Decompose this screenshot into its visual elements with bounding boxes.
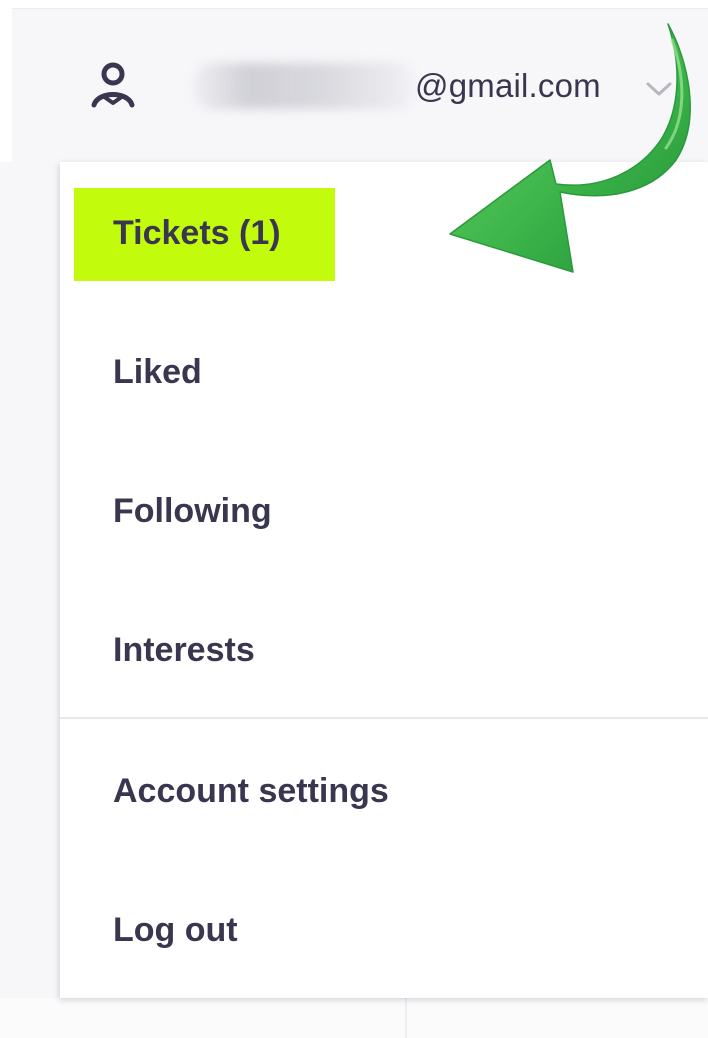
- menu-item-account-settings[interactable]: Account settings: [113, 772, 389, 811]
- menu-item-following[interactable]: Following: [113, 492, 272, 531]
- page: @gmail.com Tickets (1) Liked Following I…: [0, 0, 708, 1038]
- menu-item-liked[interactable]: Liked: [113, 353, 202, 392]
- page-background-left: [0, 162, 60, 1038]
- user-icon[interactable]: [90, 61, 136, 111]
- menu-item-interests[interactable]: Interests: [113, 631, 255, 670]
- account-dropdown-menu: Tickets (1) Liked Following Interests Ac…: [60, 162, 708, 998]
- column-seam: [405, 998, 407, 1038]
- menu-item-log-out[interactable]: Log out: [113, 911, 238, 950]
- email-username-blurred: [194, 63, 416, 109]
- curved-arrow-icon: [449, 23, 691, 273]
- menu-divider: [60, 717, 708, 719]
- page-background-bottom: [0, 998, 708, 1038]
- menu-item-tickets[interactable]: Tickets (1): [113, 214, 281, 253]
